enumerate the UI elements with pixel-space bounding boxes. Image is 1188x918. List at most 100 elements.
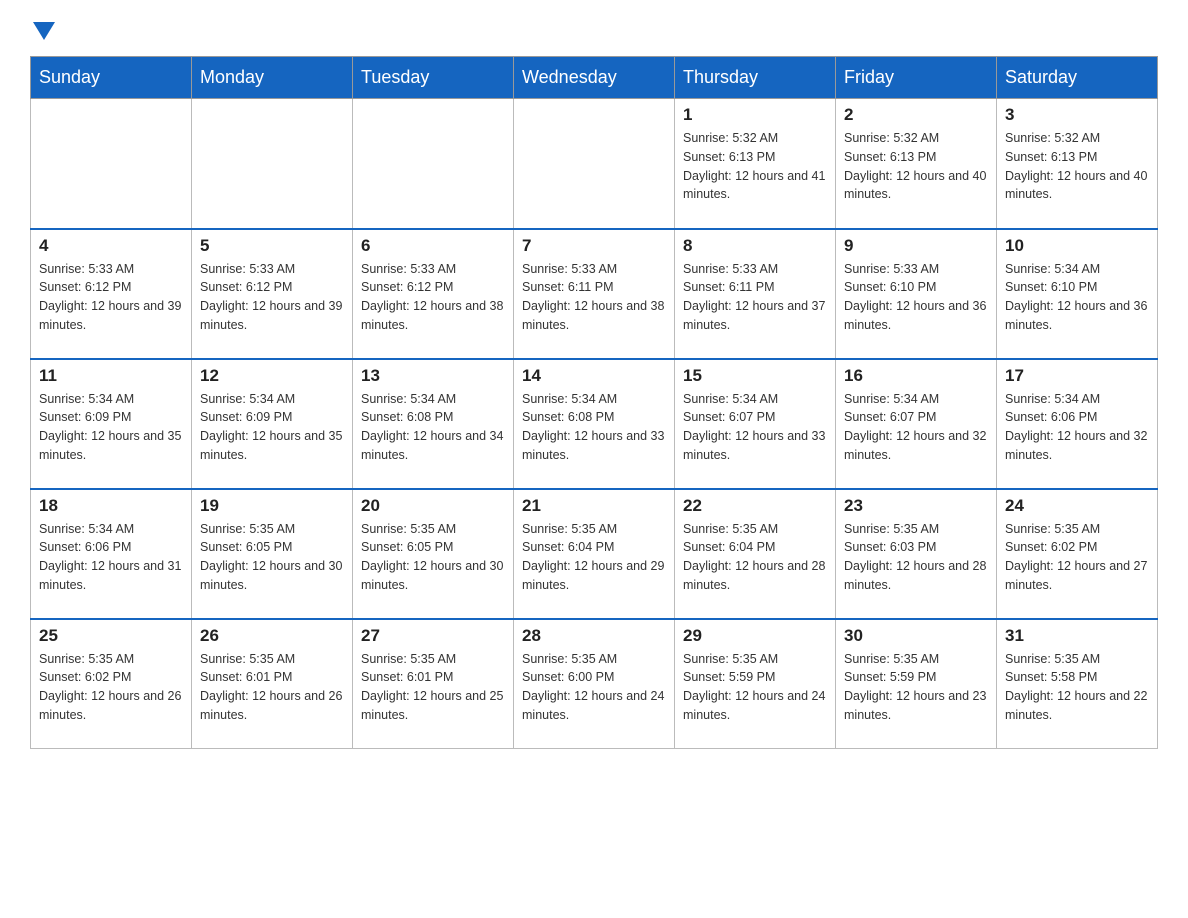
calendar-cell: 8 Sunrise: 5:33 AMSunset: 6:11 PMDaylight…	[675, 229, 836, 359]
page-header	[30, 20, 1158, 36]
day-info: Sunrise: 5:35 AMSunset: 6:02 PMDaylight:…	[39, 650, 183, 725]
day-info: Sunrise: 5:35 AMSunset: 5:59 PMDaylight:…	[844, 650, 988, 725]
column-header-tuesday: Tuesday	[353, 57, 514, 99]
day-number: 1	[683, 105, 827, 125]
day-info: Sunrise: 5:35 AMSunset: 6:02 PMDaylight:…	[1005, 520, 1149, 595]
day-number: 5	[200, 236, 344, 256]
calendar-cell: 2Sunrise: 5:32 AMSunset: 6:13 PMDaylight…	[836, 99, 997, 229]
day-info: Sunrise: 5:34 AMSunset: 6:10 PMDaylight:…	[1005, 260, 1149, 335]
day-number: 24	[1005, 496, 1149, 516]
day-number: 11	[39, 366, 183, 386]
calendar-cell: 1 Sunrise: 5:32 AMSunset: 6:13 PMDaylight…	[675, 99, 836, 229]
day-number: 16	[844, 366, 988, 386]
column-header-wednesday: Wednesday	[514, 57, 675, 99]
day-number: 10	[1005, 236, 1149, 256]
calendar-cell	[31, 99, 192, 229]
day-info: Sunrise: 5:35 AMSunset: 6:04 PMDaylight:…	[522, 520, 666, 595]
calendar-cell: 5Sunrise: 5:33 AMSunset: 6:12 PMDaylight…	[192, 229, 353, 359]
day-number: 6	[361, 236, 505, 256]
day-number: 3	[1005, 105, 1149, 125]
day-info: Sunrise: 5:35 AMSunset: 6:04 PMDaylight:…	[683, 520, 827, 595]
day-info: Sunrise: 5:32 AMSunset: 6:13 PMDaylight:…	[1005, 129, 1149, 204]
calendar-table: SundayMondayTuesdayWednesdayThursdayFrid…	[30, 56, 1158, 749]
day-number: 31	[1005, 626, 1149, 646]
day-info: Sunrise: 5:34 AMSunset: 6:06 PMDaylight:…	[39, 520, 183, 595]
day-info: Sunrise: 5:34 AMSunset: 6:08 PMDaylight:…	[361, 390, 505, 465]
day-number: 7	[522, 236, 666, 256]
day-info: Sunrise: 5:34 AMSunset: 6:07 PMDaylight:…	[844, 390, 988, 465]
day-number: 30	[844, 626, 988, 646]
day-info: Sunrise: 5:35 AMSunset: 6:01 PMDaylight:…	[200, 650, 344, 725]
day-number: 20	[361, 496, 505, 516]
calendar-cell: 22 Sunrise: 5:35 AMSunset: 6:04 PMDayligh…	[675, 489, 836, 619]
day-number: 26	[200, 626, 344, 646]
calendar-week-row: 1 Sunrise: 5:32 AMSunset: 6:13 PMDaylight…	[31, 99, 1158, 229]
calendar-week-row: 4 Sunrise: 5:33 AMSunset: 6:12 PMDaylight…	[31, 229, 1158, 359]
calendar-cell: 27 Sunrise: 5:35 AMSunset: 6:01 PMDayligh…	[353, 619, 514, 749]
calendar-header-row: SundayMondayTuesdayWednesdayThursdayFrid…	[31, 57, 1158, 99]
day-number: 9	[844, 236, 988, 256]
logo	[30, 20, 55, 36]
calendar-cell: 13 Sunrise: 5:34 AMSunset: 6:08 PMDayligh…	[353, 359, 514, 489]
calendar-cell	[192, 99, 353, 229]
calendar-cell: 19Sunrise: 5:35 AMSunset: 6:05 PMDayligh…	[192, 489, 353, 619]
calendar-cell: 24 Sunrise: 5:35 AMSunset: 6:02 PMDayligh…	[997, 489, 1158, 619]
calendar-cell: 28 Sunrise: 5:35 AMSunset: 6:00 PMDayligh…	[514, 619, 675, 749]
day-info: Sunrise: 5:35 AMSunset: 5:59 PMDaylight:…	[683, 650, 827, 725]
day-number: 28	[522, 626, 666, 646]
day-info: Sunrise: 5:34 AMSunset: 6:09 PMDaylight:…	[39, 390, 183, 465]
calendar-cell: 10 Sunrise: 5:34 AMSunset: 6:10 PMDayligh…	[997, 229, 1158, 359]
column-header-friday: Friday	[836, 57, 997, 99]
calendar-cell: 17Sunrise: 5:34 AMSunset: 6:06 PMDayligh…	[997, 359, 1158, 489]
day-number: 8	[683, 236, 827, 256]
day-info: Sunrise: 5:35 AMSunset: 6:01 PMDaylight:…	[361, 650, 505, 725]
day-info: Sunrise: 5:33 AMSunset: 6:11 PMDaylight:…	[683, 260, 827, 335]
day-info: Sunrise: 5:33 AMSunset: 6:12 PMDaylight:…	[361, 260, 505, 335]
day-number: 21	[522, 496, 666, 516]
calendar-cell: 25 Sunrise: 5:35 AMSunset: 6:02 PMDayligh…	[31, 619, 192, 749]
day-number: 27	[361, 626, 505, 646]
day-info: Sunrise: 5:34 AMSunset: 6:09 PMDaylight:…	[200, 390, 344, 465]
calendar-cell: 7 Sunrise: 5:33 AMSunset: 6:11 PMDaylight…	[514, 229, 675, 359]
day-number: 29	[683, 626, 827, 646]
day-number: 15	[683, 366, 827, 386]
day-info: Sunrise: 5:35 AMSunset: 5:58 PMDaylight:…	[1005, 650, 1149, 725]
calendar-cell	[514, 99, 675, 229]
calendar-week-row: 18 Sunrise: 5:34 AMSunset: 6:06 PMDayligh…	[31, 489, 1158, 619]
day-number: 14	[522, 366, 666, 386]
calendar-cell: 26 Sunrise: 5:35 AMSunset: 6:01 PMDayligh…	[192, 619, 353, 749]
calendar-cell: 11 Sunrise: 5:34 AMSunset: 6:09 PMDayligh…	[31, 359, 192, 489]
day-info: Sunrise: 5:34 AMSunset: 6:07 PMDaylight:…	[683, 390, 827, 465]
calendar-cell: 14Sunrise: 5:34 AMSunset: 6:08 PMDayligh…	[514, 359, 675, 489]
calendar-cell: 4Sunrise: 5:33 AMSunset: 6:12 PMDaylight…	[31, 229, 192, 359]
day-info: Sunrise: 5:35 AMSunset: 6:05 PMDaylight:…	[361, 520, 505, 595]
calendar-cell: 20 Sunrise: 5:35 AMSunset: 6:05 PMDayligh…	[353, 489, 514, 619]
calendar-cell: 23Sunrise: 5:35 AMSunset: 6:03 PMDayligh…	[836, 489, 997, 619]
calendar-cell: 16 Sunrise: 5:34 AMSunset: 6:07 PMDayligh…	[836, 359, 997, 489]
calendar-cell: 21 Sunrise: 5:35 AMSunset: 6:04 PMDayligh…	[514, 489, 675, 619]
day-info: Sunrise: 5:35 AMSunset: 6:00 PMDaylight:…	[522, 650, 666, 725]
day-info: Sunrise: 5:33 AMSunset: 6:11 PMDaylight:…	[522, 260, 666, 335]
day-number: 18	[39, 496, 183, 516]
day-info: Sunrise: 5:35 AMSunset: 6:05 PMDaylight:…	[200, 520, 344, 595]
logo-triangle-icon	[33, 22, 55, 40]
calendar-cell: 12Sunrise: 5:34 AMSunset: 6:09 PMDayligh…	[192, 359, 353, 489]
day-number: 22	[683, 496, 827, 516]
column-header-thursday: Thursday	[675, 57, 836, 99]
day-info: Sunrise: 5:35 AMSunset: 6:03 PMDaylight:…	[844, 520, 988, 595]
day-info: Sunrise: 5:33 AMSunset: 6:10 PMDaylight:…	[844, 260, 988, 335]
day-number: 25	[39, 626, 183, 646]
day-info: Sunrise: 5:32 AMSunset: 6:13 PMDaylight:…	[844, 129, 988, 204]
calendar-cell: 31 Sunrise: 5:35 AMSunset: 5:58 PMDayligh…	[997, 619, 1158, 749]
day-info: Sunrise: 5:34 AMSunset: 6:06 PMDaylight:…	[1005, 390, 1149, 465]
column-header-monday: Monday	[192, 57, 353, 99]
calendar-week-row: 11 Sunrise: 5:34 AMSunset: 6:09 PMDayligh…	[31, 359, 1158, 489]
column-header-sunday: Sunday	[31, 57, 192, 99]
column-header-saturday: Saturday	[997, 57, 1158, 99]
day-number: 13	[361, 366, 505, 386]
day-info: Sunrise: 5:32 AMSunset: 6:13 PMDaylight:…	[683, 129, 827, 204]
calendar-cell: 9 Sunrise: 5:33 AMSunset: 6:10 PMDaylight…	[836, 229, 997, 359]
calendar-cell: 3 Sunrise: 5:32 AMSunset: 6:13 PMDaylight…	[997, 99, 1158, 229]
calendar-week-row: 25 Sunrise: 5:35 AMSunset: 6:02 PMDayligh…	[31, 619, 1158, 749]
day-number: 4	[39, 236, 183, 256]
